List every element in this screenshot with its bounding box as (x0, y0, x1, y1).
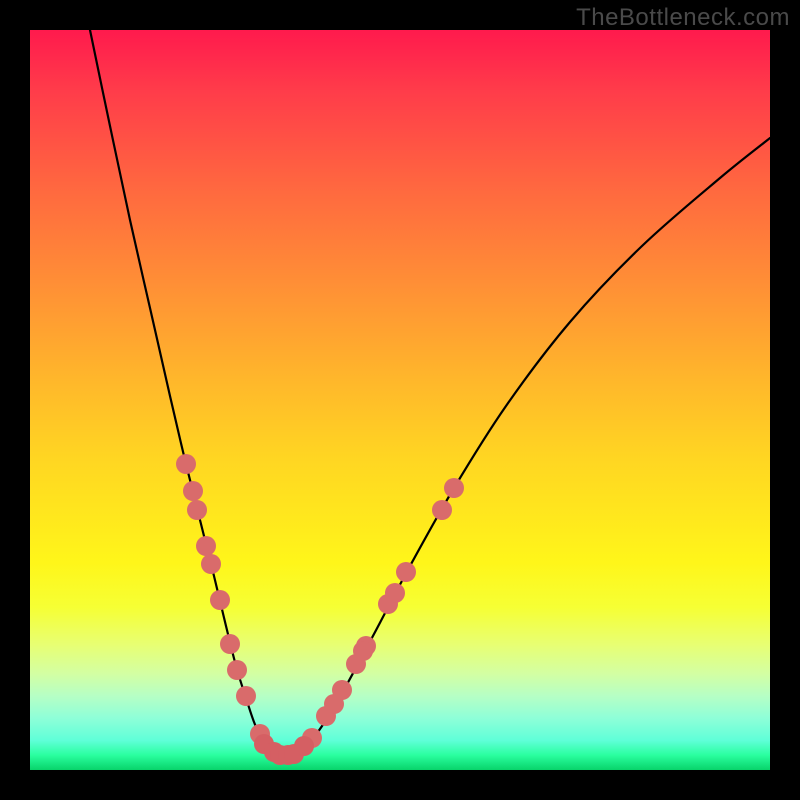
bottleneck-curve (90, 30, 770, 757)
data-marker (176, 454, 196, 474)
data-marker (201, 554, 221, 574)
data-marker (220, 634, 240, 654)
marker-group (176, 454, 464, 765)
data-marker (432, 500, 452, 520)
data-marker (227, 660, 247, 680)
data-marker (196, 536, 216, 556)
credit-label: TheBottleneck.com (576, 4, 790, 32)
plot-area (30, 30, 770, 770)
data-marker (444, 478, 464, 498)
data-marker (183, 481, 203, 501)
data-marker (396, 562, 416, 582)
data-marker (353, 641, 373, 661)
data-marker (187, 500, 207, 520)
chart-frame: TheBottleneck.com (0, 0, 800, 800)
data-marker (210, 590, 230, 610)
data-marker (294, 736, 314, 756)
data-marker (236, 686, 256, 706)
curve-svg (30, 30, 770, 770)
data-marker (385, 583, 405, 603)
data-marker (332, 680, 352, 700)
